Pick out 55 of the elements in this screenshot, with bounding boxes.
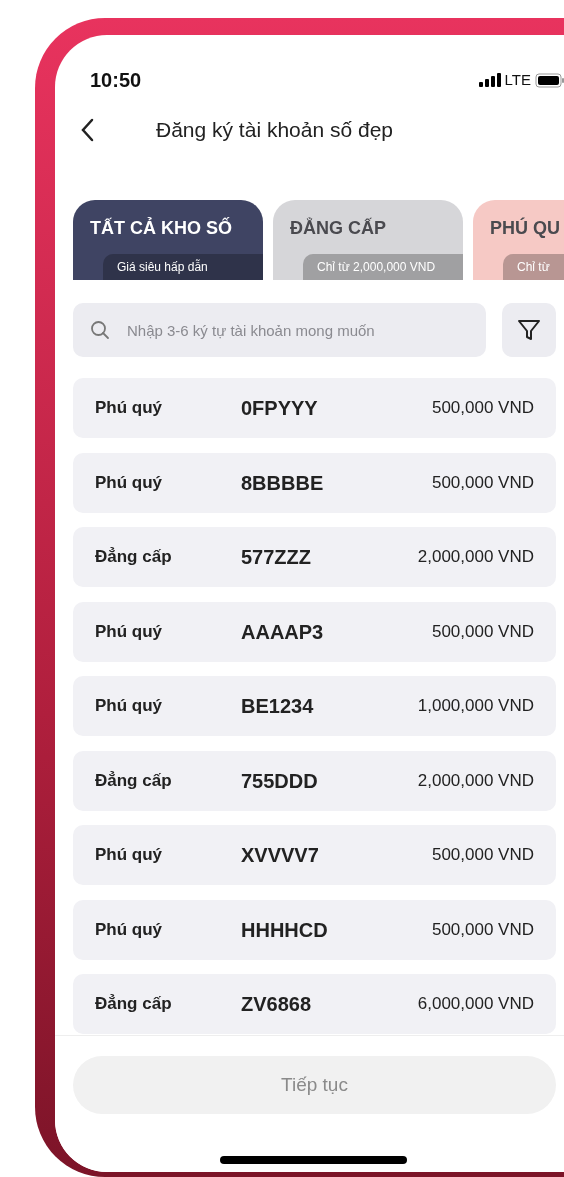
account-category: Phú quý	[95, 918, 164, 941]
account-price: 500,000 VND	[431, 918, 534, 941]
account-category: Phú quý	[95, 471, 164, 494]
tab-subtitle: Chỉ từ	[503, 254, 564, 280]
account-row[interactable]: Phú quý HHHHCD 500,000 VND	[73, 899, 556, 960]
account-number: AAAAP3	[241, 619, 325, 645]
signal-icon	[478, 73, 501, 87]
category-tab[interactable]: ĐẲNG CẤP Chỉ từ 2,000,000 VND	[273, 200, 463, 280]
account-category: Đẳng cấp	[95, 993, 173, 1016]
account-row[interactable]: Đẳng cấp 755DDD 2,000,000 VND	[73, 750, 556, 811]
account-number: 8BBBBE	[241, 470, 325, 496]
filter-button[interactable]	[502, 303, 556, 357]
account-category: Đẳng cấp	[95, 769, 173, 792]
category-tab[interactable]: PHÚ QU Chỉ từ	[473, 200, 564, 280]
back-button[interactable]	[80, 117, 94, 143]
account-price: 500,000 VND	[431, 620, 534, 643]
account-price: 2,000,000 VND	[417, 546, 534, 569]
account-category: Đẳng cấp	[95, 546, 173, 569]
account-row[interactable]: Phú quý AAAAP3 500,000 VND	[73, 601, 556, 662]
status-time: 10:50	[90, 68, 142, 93]
account-row[interactable]: Đẳng cấp ZV6868 6,000,000 VND	[73, 974, 556, 1034]
account-row[interactable]: Phú quý 0FPYYY 500,000 VND	[73, 378, 556, 438]
tab-title: ĐẲNG CẤP	[290, 216, 386, 240]
account-number: XVVVV7	[241, 843, 320, 868]
tab-title: TẤT CẢ KHO SỐ	[90, 216, 232, 240]
account-price: 2,000,000 VND	[417, 769, 534, 792]
tab-subtitle: Giá siêu hấp dẫn	[103, 254, 263, 280]
account-price: 1,000,000 VND	[417, 695, 534, 718]
filter-icon	[517, 318, 541, 342]
battery-icon	[535, 72, 564, 88]
category-tab[interactable]: TẤT CẢ KHO SỐ Giá siêu hấp dẫn	[73, 200, 263, 280]
search-field[interactable]: Nhập 3-6 ký tự tài khoản mong muốn	[73, 303, 486, 357]
account-price: 500,000 VND	[431, 397, 534, 420]
network-label: LTE	[504, 69, 531, 90]
account-number: 0FPYYY	[241, 396, 319, 421]
account-price: 6,000,000 VND	[417, 993, 534, 1016]
account-number: ZV6868	[241, 992, 313, 1017]
account-number: 755DDD	[241, 768, 319, 794]
account-category: Phú quý	[95, 620, 164, 643]
account-number: 577ZZZ	[241, 545, 313, 570]
account-row[interactable]: Phú quý XVVVV7 500,000 VND	[73, 825, 556, 885]
account-row[interactable]: Phú quý BE1234 1,000,000 VND	[73, 676, 556, 736]
page-title: Đăng ký tài khoản số đẹp	[156, 117, 393, 144]
account-price: 500,000 VND	[431, 471, 534, 494]
account-category: Phú quý	[95, 844, 164, 867]
search-icon	[90, 320, 110, 340]
account-category: Phú quý	[95, 397, 164, 420]
account-number: HHHHCD	[241, 917, 329, 943]
tab-subtitle: Chỉ từ 2,000,000 VND	[303, 254, 463, 280]
account-row[interactable]: Đẳng cấp 577ZZZ 2,000,000 VND	[73, 527, 556, 587]
account-price: 500,000 VND	[431, 844, 534, 867]
account-number: BE1234	[241, 694, 315, 719]
tab-title: PHÚ QU	[490, 216, 560, 240]
account-row[interactable]: Phú quý 8BBBBE 500,000 VND	[73, 452, 556, 513]
account-category: Phú quý	[95, 695, 164, 718]
